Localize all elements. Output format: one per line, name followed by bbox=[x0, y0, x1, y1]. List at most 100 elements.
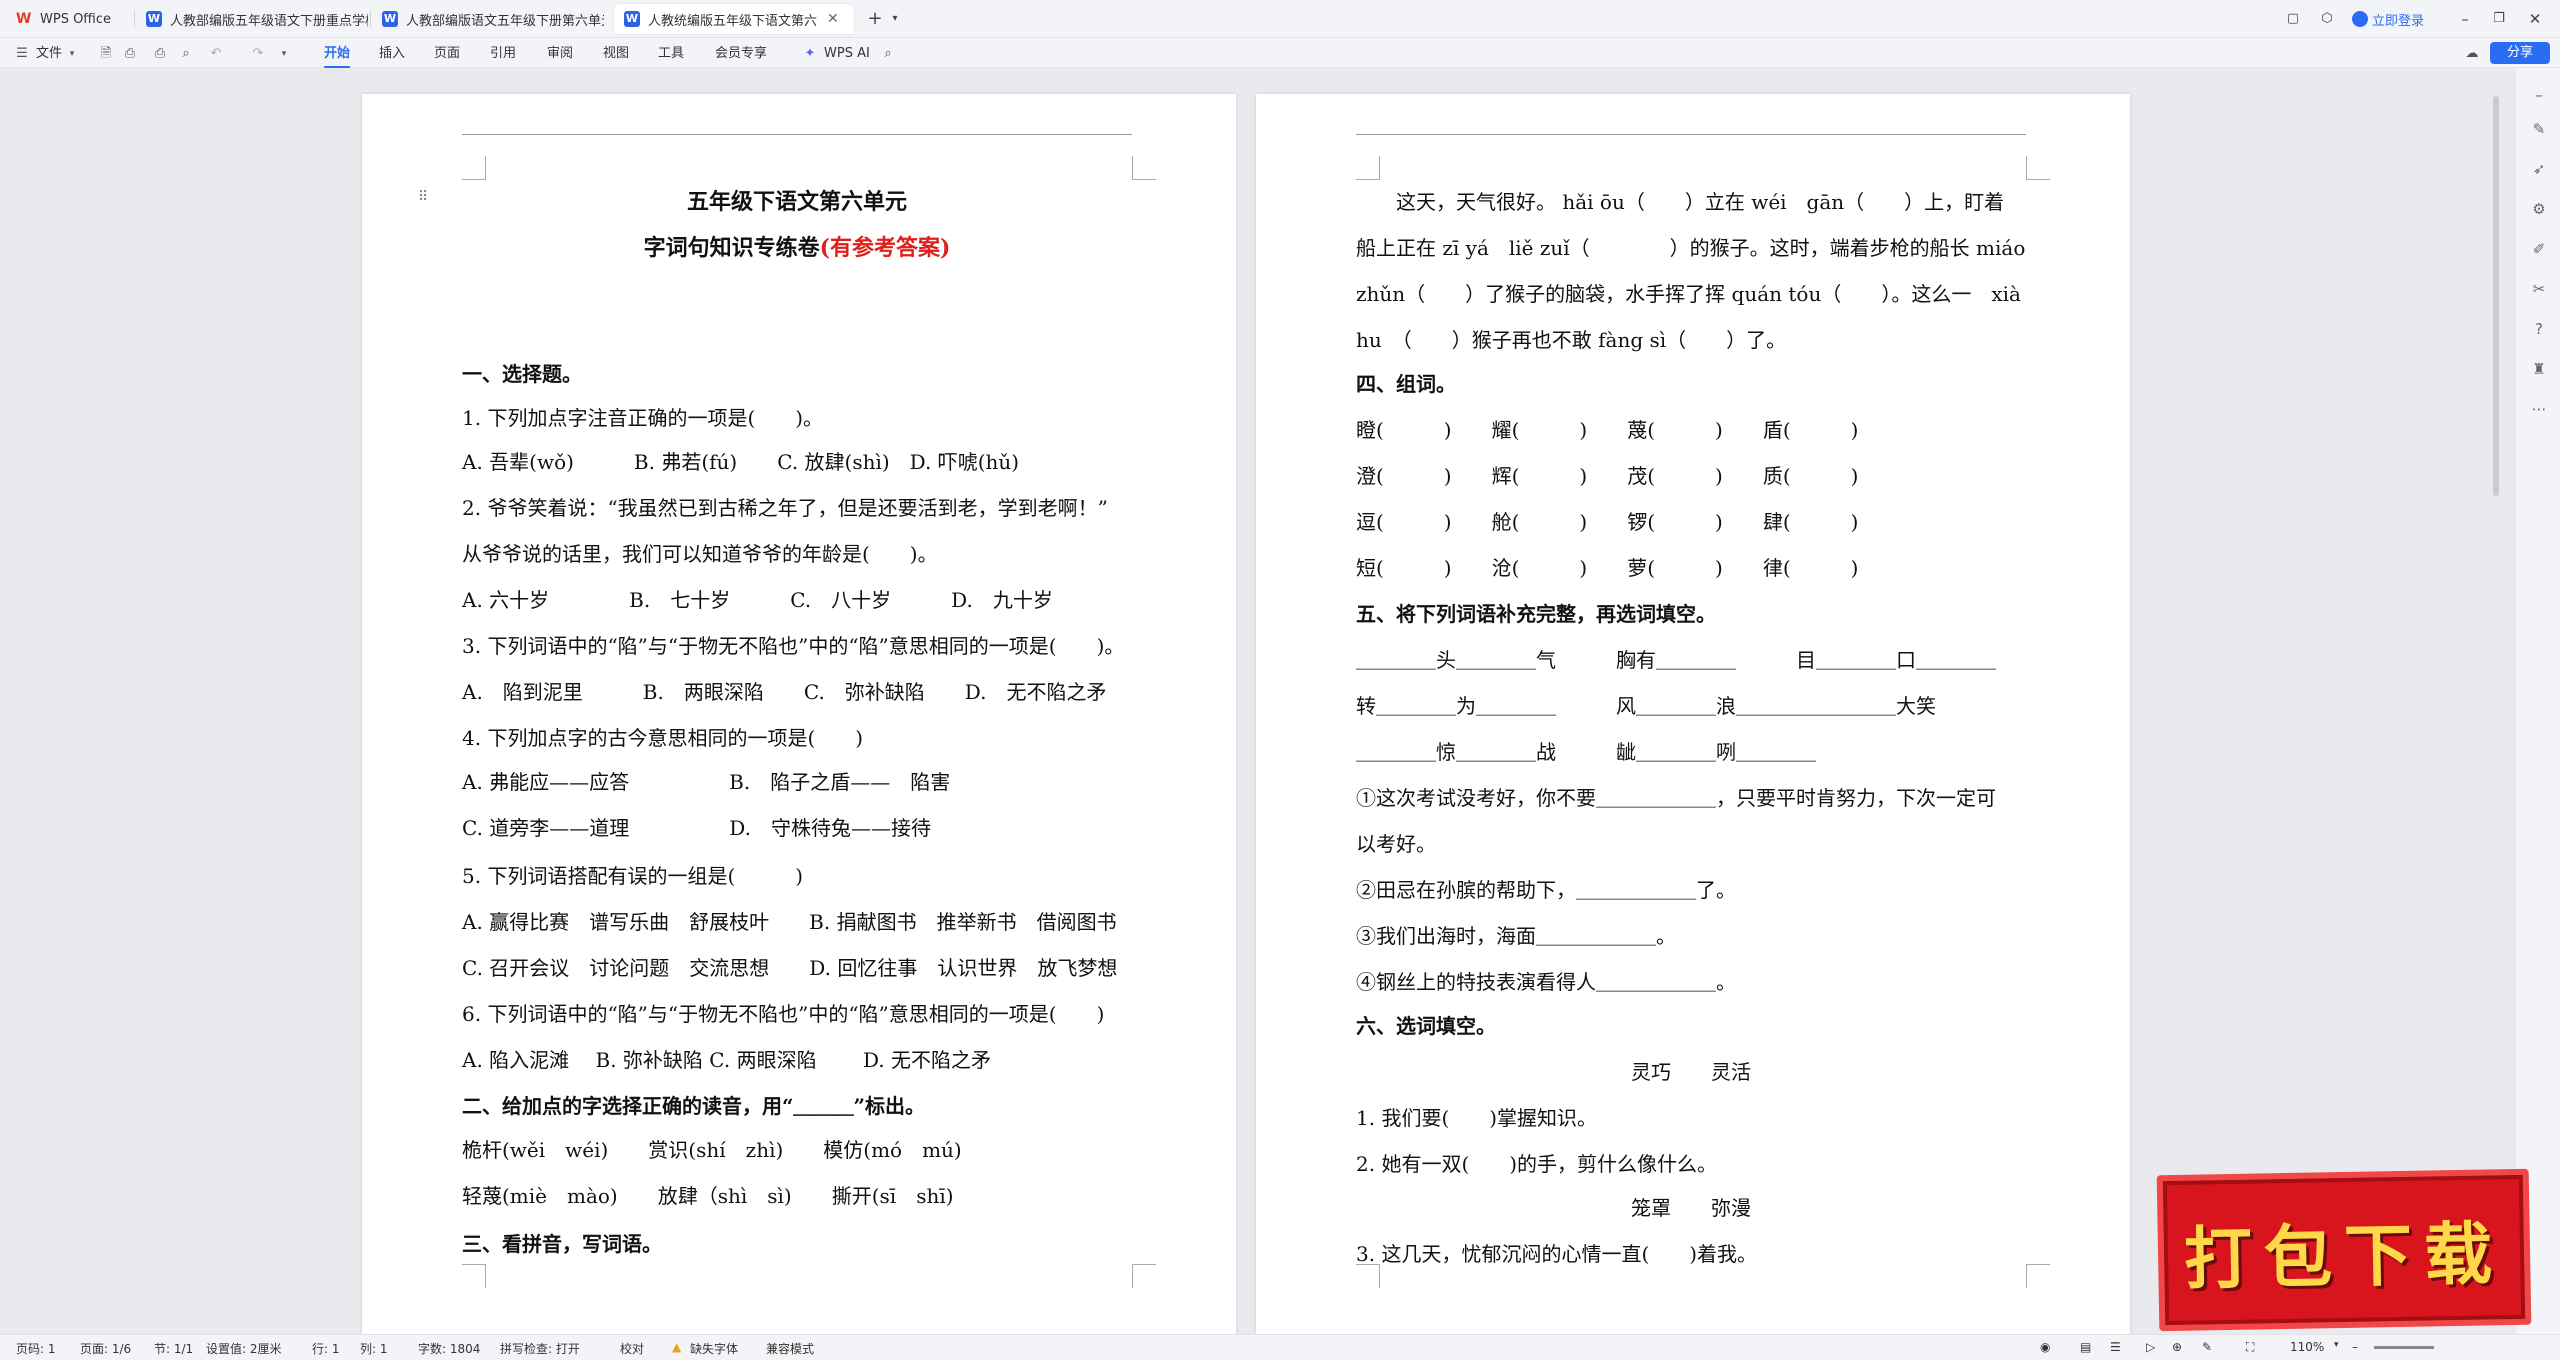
print-icon[interactable]: ⎙ bbox=[152, 46, 168, 62]
menu-home[interactable]: 开始 bbox=[324, 44, 351, 68]
status-page-num[interactable]: 页码: 1 bbox=[16, 1340, 56, 1357]
login-area[interactable]: 立即登录 bbox=[2352, 0, 2424, 38]
tools-icon[interactable]: ✂ bbox=[2530, 280, 2548, 298]
menu-tools[interactable]: 工具 bbox=[658, 44, 684, 64]
close-tab-icon[interactable]: ✕ bbox=[827, 11, 839, 27]
play-icon[interactable]: ▷ bbox=[2146, 1340, 2155, 1354]
sentence-line: 1. 我们要( )掌握知识。 bbox=[1356, 1106, 1598, 1130]
menu-wps-ai[interactable]: WPS AI bbox=[824, 44, 870, 64]
menu-view[interactable]: 视图 bbox=[603, 44, 629, 64]
margin-corner bbox=[462, 1264, 486, 1288]
restore-icon[interactable]: ❐ bbox=[2488, 8, 2510, 30]
document-page-2: 这天，天气很好。 hǎi ōu（ ）立在 wéi gān（ ）上，盯着 船上正在… bbox=[1256, 94, 2130, 1334]
print-preview-icon[interactable]: ⌕ bbox=[178, 46, 194, 62]
page-view-icon[interactable]: ▤ bbox=[2080, 1340, 2091, 1354]
tab-label: 人教统编版五年级下语文第六 bbox=[648, 13, 818, 29]
status-spellcheck[interactable]: 拼写检查: 打开 bbox=[500, 1340, 580, 1357]
login-link[interactable]: 立即登录 bbox=[2372, 10, 2424, 29]
close-window-icon[interactable]: ✕ bbox=[2524, 8, 2546, 30]
share-button[interactable]: 分享 bbox=[2490, 42, 2550, 64]
header-line bbox=[1356, 134, 2026, 135]
download-banner[interactable]: 打包下载 bbox=[2156, 1168, 2532, 1332]
outline-view-icon[interactable]: ☰ bbox=[2110, 1340, 2121, 1354]
status-setting[interactable]: 设置值: 2厘米 bbox=[206, 1340, 282, 1357]
pen-icon[interactable]: ✎ bbox=[2202, 1340, 2212, 1354]
section-heading: 四、组词。 bbox=[1356, 372, 1456, 396]
chevron-down-icon[interactable]: ▾ bbox=[884, 8, 906, 30]
tab-wps-office[interactable]: W WPS Office bbox=[6, 4, 132, 34]
chevron-down-icon[interactable]: ▾ bbox=[2334, 1340, 2339, 1350]
menu-page[interactable]: 页面 bbox=[434, 44, 460, 64]
margin-corner bbox=[1356, 1264, 1380, 1288]
section-heading: 三、看拼音，写词语。 bbox=[462, 1232, 662, 1256]
status-zoom[interactable]: 110% bbox=[2290, 1340, 2324, 1354]
margin-corner bbox=[1132, 156, 1156, 180]
save-icon[interactable]: 🗎 bbox=[98, 46, 114, 62]
select-icon[interactable]: ➶ bbox=[2530, 160, 2548, 178]
page-subtitle[interactable]: 字词句知识专练卷(有参考答案) bbox=[462, 230, 1132, 262]
menu-reference[interactable]: 引用 bbox=[490, 44, 516, 64]
banner-text: 打包下载 bbox=[2183, 1214, 2505, 1300]
drag-handle-icon[interactable]: ⠿ bbox=[418, 189, 428, 205]
web-view-icon[interactable]: ⊕ bbox=[2172, 1340, 2182, 1354]
zoom-out-icon[interactable]: – bbox=[2352, 1340, 2358, 1354]
status-word-count[interactable]: 字数: 1804 bbox=[418, 1340, 480, 1357]
menu-member[interactable]: 会员专享 bbox=[715, 44, 767, 64]
paragraph-line: 这天，天气很好。 hǎi ōu（ ）立在 wéi gān（ ）上，盯着 bbox=[1356, 190, 2005, 214]
window-mode-icon[interactable]: ▢ bbox=[2282, 8, 2304, 30]
status-col[interactable]: 列: 1 bbox=[360, 1340, 388, 1357]
question-line: 从爷爷说的话里，我们可以知道爷爷的年龄是( )。 bbox=[462, 542, 938, 566]
fill-line: 转＿＿＿＿为＿＿＿＿ 风＿＿＿＿浪＿＿＿＿＿＿＿＿大笑 bbox=[1356, 694, 1936, 718]
status-proof[interactable]: 校对 bbox=[620, 1340, 644, 1357]
share-label: 分享 bbox=[2506, 45, 2533, 60]
option-line: A. 弗能应——应答 B. 陷子之盾—— 陷害 bbox=[462, 770, 951, 794]
chevron-down-icon[interactable]: ▾ bbox=[64, 46, 80, 62]
eye-icon[interactable]: ◉ bbox=[2040, 1340, 2050, 1354]
menu-file[interactable]: 文件 bbox=[36, 44, 62, 64]
status-section[interactable]: 节: 1/1 bbox=[154, 1340, 193, 1357]
vertical-scrollbar[interactable] bbox=[2493, 96, 2499, 496]
settings-sliders-icon[interactable]: ⚙ bbox=[2530, 200, 2548, 218]
shirt-icon[interactable]: ♜ bbox=[2530, 360, 2548, 378]
cube-icon[interactable]: ⬡ bbox=[2316, 8, 2338, 30]
fill-line: ＿＿＿＿惊＿＿＿＿战 龇＿＿＿＿咧＿＿＿＿ bbox=[1356, 740, 1816, 764]
pen-icon[interactable]: ✎ bbox=[2530, 120, 2548, 138]
status-missing-font[interactable]: 缺失字体 bbox=[690, 1340, 738, 1357]
margin-corner bbox=[462, 156, 486, 180]
help-icon[interactable]: ? bbox=[2530, 320, 2548, 338]
pinyin-line: 轻蔑(miè mào) 放肆（shì sì) 撕开(sī shī) bbox=[462, 1184, 954, 1208]
status-row[interactable]: 行: 1 bbox=[312, 1340, 340, 1357]
edit-doc-icon[interactable]: ✐ bbox=[2530, 240, 2548, 258]
tab-label: 人教部编版语文五年级下册第六单元 bbox=[406, 13, 604, 29]
avatar-icon bbox=[2352, 11, 2368, 27]
search-icon[interactable]: ⌕ bbox=[880, 46, 896, 62]
word-doc-icon: W bbox=[146, 11, 162, 27]
margin-corner bbox=[1132, 1264, 1156, 1288]
new-tab-icon[interactable]: + bbox=[864, 8, 886, 30]
tab-document-3[interactable]: W 人教统编版五年级下语文第六 ✕ bbox=[614, 4, 854, 34]
status-pages[interactable]: 页面: 1/6 bbox=[80, 1340, 131, 1357]
page-title[interactable]: 五年级下语文第六单元 bbox=[462, 184, 1132, 216]
word-group-line: 瞪( ) 耀( ) 蔑( ) 盾( ) bbox=[1356, 418, 1859, 442]
zoom-slider[interactable] bbox=[2374, 1346, 2434, 1349]
menu-review[interactable]: 审阅 bbox=[547, 44, 573, 64]
minimize-icon[interactable]: – bbox=[2454, 8, 2476, 30]
word-doc-icon: W bbox=[624, 11, 640, 27]
hamburger-icon[interactable]: ☰ bbox=[14, 46, 30, 62]
undo-icon[interactable]: ↶ bbox=[208, 46, 224, 62]
cloud-icon[interactable]: ☁ bbox=[2464, 46, 2480, 62]
tab-document-1[interactable]: W 人教部编版五年级语文下册重点学校 bbox=[136, 4, 368, 34]
wps-logo-icon: W bbox=[16, 11, 32, 27]
redo-icon[interactable]: ↷ bbox=[250, 46, 266, 62]
option-line: A. 六十岁 B. 七十岁 C. 八十岁 D. 九十岁 bbox=[462, 588, 1053, 612]
fit-page-icon[interactable]: ⛶ bbox=[2246, 1340, 2254, 1355]
collapse-icon[interactable]: – bbox=[2530, 86, 2548, 104]
margin-corner bbox=[2026, 1264, 2050, 1288]
chevron-down-icon[interactable]: ▾ bbox=[276, 46, 292, 62]
status-compat-mode[interactable]: 兼容模式 bbox=[766, 1340, 814, 1357]
export-pdf-icon[interactable]: ⎙ bbox=[122, 46, 138, 62]
menu-insert[interactable]: 插入 bbox=[379, 44, 405, 64]
tab-document-2[interactable]: W 人教部编版语文五年级下册第六单元 bbox=[372, 4, 604, 34]
more-icon[interactable]: ⋯ bbox=[2530, 400, 2548, 418]
header-line bbox=[462, 134, 1132, 135]
